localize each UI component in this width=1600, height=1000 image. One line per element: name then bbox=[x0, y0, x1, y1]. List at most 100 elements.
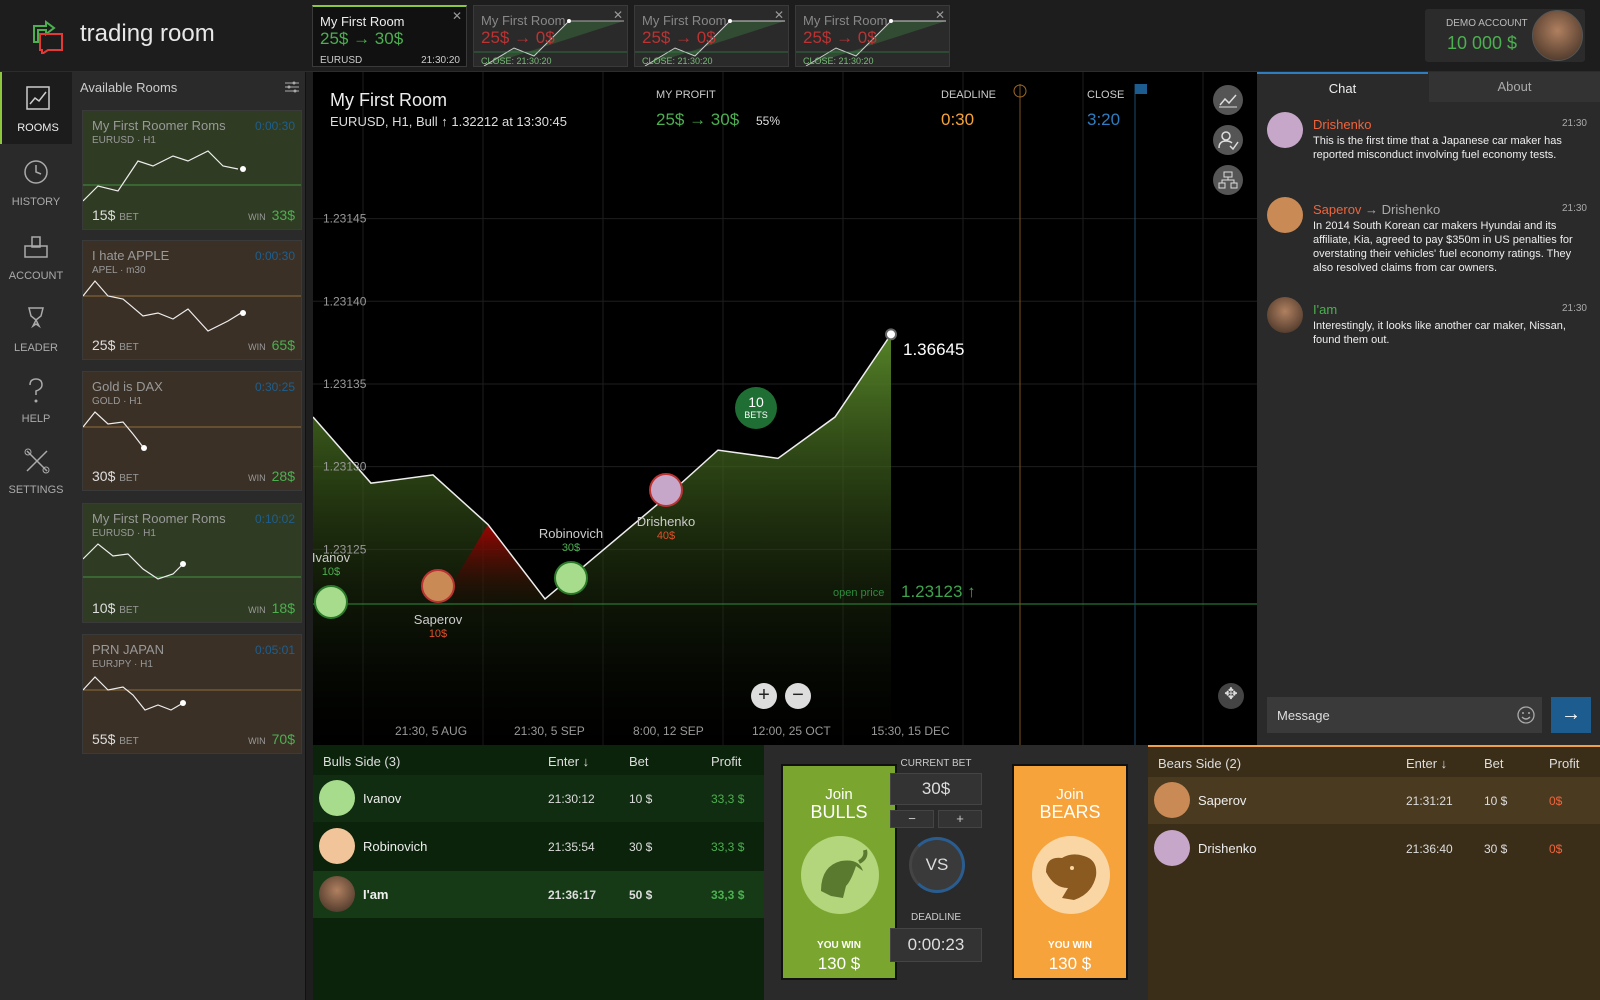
room-card[interactable]: My First Roomer Roms EURUSD · H1 0:00:30… bbox=[82, 110, 302, 230]
nav-label: LEADER bbox=[13, 342, 59, 354]
clock-icon bbox=[24, 160, 48, 184]
room-card[interactable]: PRN JAPAN EURJPY · H1 0:05:01 55$ BET WI… bbox=[82, 634, 302, 754]
decrease-bet-button[interactable]: − bbox=[890, 810, 934, 828]
message-time: 21:30 bbox=[1561, 118, 1587, 129]
room-win-value: 33$ bbox=[271, 207, 295, 223]
room-timer: 0:05:01 bbox=[254, 643, 295, 657]
room-bet-value: 55$ bbox=[92, 731, 116, 747]
bear-avatar bbox=[1154, 782, 1190, 818]
zoom-in-button[interactable]: + bbox=[751, 683, 777, 709]
participants-button[interactable] bbox=[1213, 125, 1243, 155]
chart-type-button[interactable] bbox=[1213, 85, 1243, 115]
nav-settings[interactable]: SETTINGS bbox=[0, 434, 72, 506]
enter-column-header[interactable]: Enter ↓ bbox=[1406, 756, 1447, 771]
avatar bbox=[319, 876, 355, 912]
move-icon[interactable]: ✥ bbox=[1218, 683, 1244, 709]
room-bet: 25$ BET bbox=[92, 337, 139, 353]
message-author: I'am bbox=[1313, 302, 1337, 317]
bears-table: Bears Side (2) Enter ↓ Bet Profit Sapero… bbox=[1148, 745, 1600, 1000]
structure-button[interactable] bbox=[1213, 165, 1243, 195]
bear-marker[interactable] bbox=[421, 569, 455, 603]
bear-marker[interactable] bbox=[649, 473, 683, 507]
increase-bet-button[interactable]: + bbox=[938, 810, 982, 828]
table-row[interactable]: Robinovich 21:35:54 30 $ 33,3 $ bbox=[313, 823, 764, 870]
close-icon[interactable]: ✕ bbox=[452, 9, 462, 23]
bear-avatar bbox=[1267, 197, 1303, 233]
y-tick-label: 1.23135 bbox=[323, 377, 367, 391]
tab-room-1[interactable]: My First Room 25$ → 30$ EURUSD 21:30:20 … bbox=[312, 5, 467, 67]
account-label: DEMO ACCOUNT bbox=[1446, 18, 1528, 29]
nav-leader[interactable]: LEADER bbox=[0, 292, 72, 364]
message-time: 21:30 bbox=[1561, 203, 1587, 214]
bet-amount: 10 $ bbox=[629, 792, 653, 806]
room-win-label: WIN bbox=[248, 342, 266, 352]
account-widget[interactable]: DEMO ACCOUNT 10 000 $ bbox=[1425, 9, 1585, 62]
room-card[interactable]: My First Roomer Roms EURUSD · H1 0:10:02… bbox=[82, 503, 302, 623]
message-author: Saperov → Drishenko bbox=[1313, 202, 1440, 217]
table-row[interactable]: Ivanov 21:30:12 10 $ 33,3 $ bbox=[313, 775, 764, 822]
y-tick-label: 1.23130 bbox=[323, 460, 367, 474]
rooms-panel: Available Rooms My First Roomer Roms EUR… bbox=[72, 72, 306, 1000]
room-win: WIN 18$ bbox=[248, 600, 295, 616]
room-timer: 0:00:30 bbox=[254, 119, 295, 133]
account-balance: 10 000 $ bbox=[1447, 33, 1518, 53]
enter-column-header[interactable]: Enter ↓ bbox=[548, 754, 589, 769]
profit-value: 25$ → 30$ bbox=[656, 110, 740, 129]
rooms-icon bbox=[26, 86, 50, 110]
recipient-name: → Drishenko bbox=[1365, 202, 1441, 217]
profit-amount: 0$ bbox=[1549, 842, 1563, 856]
price-chart: 1.231451.231401.231351.231301.23125 21:3… bbox=[313, 72, 1257, 745]
tab-chat[interactable]: Chat bbox=[1257, 72, 1428, 102]
nav-label: HISTORY bbox=[11, 196, 61, 208]
room-card[interactable]: I hate APPLE APEL · m30 0:00:30 25$ BET … bbox=[82, 240, 302, 360]
bets-bubble[interactable]: 10 BETS bbox=[735, 387, 777, 429]
table-row[interactable]: I'am 21:36:17 50 $ 33,3 $ bbox=[313, 871, 764, 918]
bull-marker[interactable] bbox=[314, 585, 348, 619]
join-bulls-button[interactable]: Join BULLS YOU WIN 130 $ bbox=[781, 764, 897, 980]
table-row[interactable]: Saperov 21:31:21 10 $ 0$ bbox=[1148, 777, 1600, 824]
tab-room-4[interactable]: My First Room 25$ → 0$ CLOSE: 21:30:20 ✕ bbox=[795, 5, 950, 67]
room-subtitle: EURUSD, H1, Bull ↑ 1.32212 at 13:30:45 bbox=[330, 114, 568, 129]
send-button[interactable]: → bbox=[1551, 697, 1591, 733]
room-card[interactable]: Gold is DAX GOLD · H1 0:30:25 30$ BET WI… bbox=[82, 371, 302, 491]
table-row[interactable]: Drishenko 21:36:40 30 $ 0$ bbox=[1148, 825, 1600, 872]
trophy-icon bbox=[28, 307, 44, 329]
tab-time: 21:30:20 bbox=[421, 55, 460, 66]
message-input[interactable] bbox=[1267, 697, 1542, 733]
nav-rooms[interactable]: ROOMS bbox=[0, 72, 72, 144]
tab-name: My First Room bbox=[320, 14, 405, 29]
nav-history[interactable]: HISTORY bbox=[0, 146, 72, 218]
tab-room-2[interactable]: My First Room 25$ → 0$ CLOSE: 21:30:20 ✕ bbox=[473, 5, 628, 67]
avatar[interactable] bbox=[1532, 10, 1583, 61]
profit-column-header: Profit bbox=[1549, 756, 1580, 771]
nav-help[interactable]: HELP bbox=[0, 363, 72, 435]
emoji-icon[interactable] bbox=[1517, 706, 1535, 724]
marker-bet: 40$ bbox=[656, 530, 676, 542]
bulls-win-value: 130 $ bbox=[817, 954, 861, 973]
room-bet-label: BET bbox=[119, 605, 139, 616]
deadline-value: 0:30 bbox=[941, 110, 975, 129]
nav-account[interactable]: ACCOUNT bbox=[0, 220, 72, 292]
profit-amount: 33,3 $ bbox=[711, 888, 745, 902]
tab-about[interactable]: About bbox=[1429, 72, 1600, 102]
close-icon[interactable]: ✕ bbox=[774, 8, 784, 22]
marker-name: Drishenko bbox=[636, 514, 696, 529]
x-tick-label: 21:30, 5 SEP bbox=[514, 724, 585, 738]
message-author: Drishenko bbox=[1313, 117, 1372, 132]
y-tick-label: 1.23145 bbox=[323, 212, 367, 226]
room-win-label: WIN bbox=[248, 736, 266, 746]
author-name: Saperov bbox=[1313, 202, 1362, 217]
current-bet-value[interactable]: 30$ bbox=[890, 773, 982, 805]
close-icon[interactable]: ✕ bbox=[935, 8, 945, 22]
bulls-label: BULLS bbox=[810, 802, 868, 822]
bull-marker[interactable] bbox=[554, 561, 588, 595]
tab-room-3[interactable]: My First Room 25$ → 0$ CLOSE: 21:30:20 ✕ bbox=[634, 5, 789, 67]
you-win-label: YOU WIN bbox=[817, 940, 861, 951]
nav-label: SETTINGS bbox=[8, 484, 64, 496]
close-icon[interactable]: ✕ bbox=[613, 8, 623, 22]
y-tick-label: 1.23140 bbox=[323, 294, 367, 308]
chart-area[interactable]: 1.23145 1.23140 1.23135 1.23130 1.23125 21:3… bbox=[313, 72, 1257, 745]
zoom-out-button[interactable]: − bbox=[785, 683, 811, 709]
join-bears-button[interactable]: Join BEARS YOU WIN 130 $ bbox=[1012, 764, 1128, 980]
filter-icon[interactable] bbox=[285, 81, 299, 93]
